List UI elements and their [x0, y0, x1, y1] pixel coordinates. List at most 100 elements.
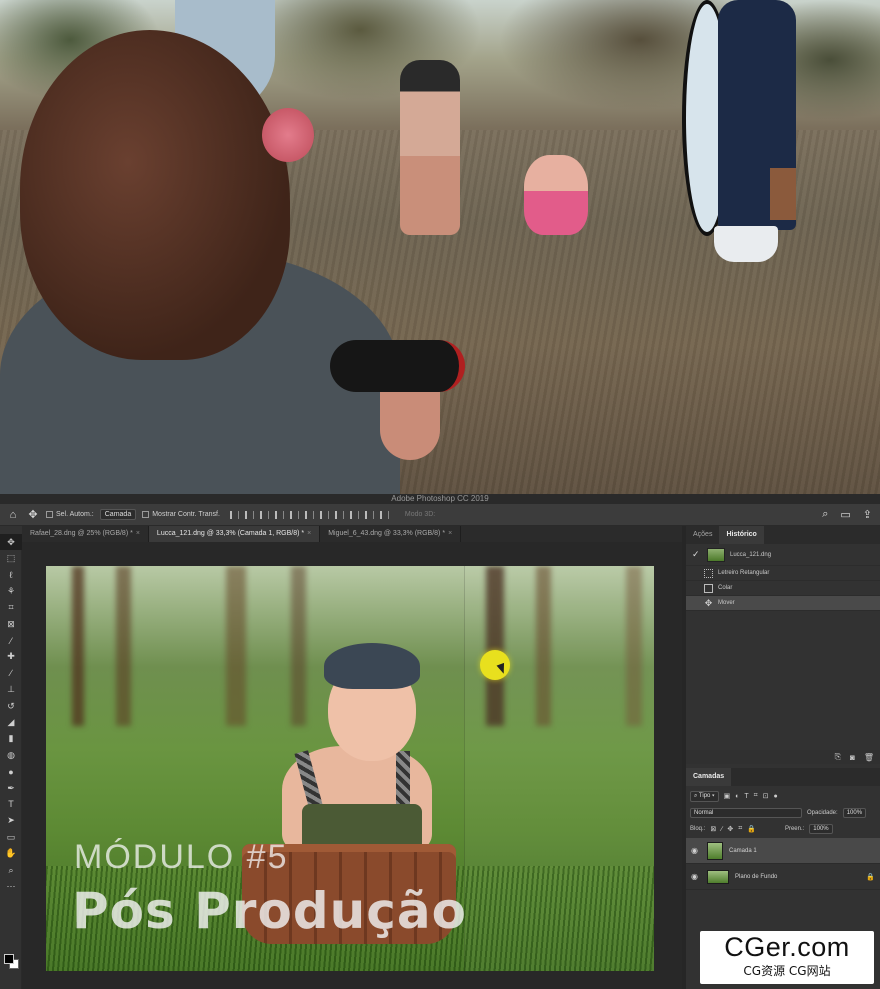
move-icon[interactable]: ✥: [26, 508, 40, 521]
show-transform-checkbox[interactable]: Mostrar Contr. Transf.: [142, 511, 220, 518]
history-panel-tabs: Ações Histórico: [686, 526, 880, 544]
align-icon[interactable]: [244, 510, 254, 519]
layer-filter-dropdown[interactable]: ⌕ Tipo ▾: [690, 790, 719, 802]
auto-select-dropdown[interactable]: Camada: [99, 509, 137, 520]
quick-select-tool-icon[interactable]: ⚘: [0, 583, 22, 599]
marquee-icon: [704, 568, 713, 578]
text-tool-icon[interactable]: T: [0, 796, 22, 812]
align-icon[interactable]: [229, 510, 239, 519]
align-icon[interactable]: [274, 510, 284, 519]
tab-rafael[interactable]: Rafael_28.dng @ 25% (RGB/8) * ×: [22, 526, 149, 542]
trash-icon[interactable]: 🗑: [864, 753, 874, 762]
lock-transparency-icon[interactable]: ⊠: [710, 825, 716, 833]
filter-adjust-icon[interactable]: ◐: [735, 793, 739, 800]
eraser-tool-icon[interactable]: ◢: [0, 714, 22, 730]
workspace-icon[interactable]: ▭: [840, 508, 850, 521]
history-brush-icon[interactable]: ✓: [692, 549, 702, 560]
document-canvas[interactable]: MÓDULO #5 Pós Produção: [46, 566, 654, 971]
zoom-tool-icon[interactable]: ⌕: [0, 862, 22, 878]
auto-select-checkbox[interactable]: Sel. Autom.:: [46, 511, 94, 518]
align-icon[interactable]: [259, 510, 269, 519]
lock-pixels-icon[interactable]: ∕: [721, 826, 722, 833]
canvas-area[interactable]: MÓDULO #5 Pós Produção: [22, 542, 682, 989]
close-icon[interactable]: ×: [448, 530, 452, 537]
move-tool-icon[interactable]: ✥: [0, 534, 22, 551]
foreground-color-swatch[interactable]: [4, 954, 14, 964]
gradient-tool-icon[interactable]: ▮: [0, 731, 22, 747]
hand-tool-icon[interactable]: ✋: [0, 845, 22, 861]
align-icon[interactable]: [319, 510, 329, 519]
eye-icon[interactable]: ◉: [691, 872, 701, 881]
align-icon[interactable]: [349, 510, 359, 519]
checkbox-box[interactable]: [142, 511, 150, 518]
layer-row[interactable]: ◉ Plano de Fundo 🔒: [686, 864, 880, 890]
more-tools-icon[interactable]: ⋯: [0, 878, 22, 894]
align-icon[interactable]: [379, 510, 389, 519]
fill-field[interactable]: 100%: [809, 824, 833, 834]
align-icon[interactable]: [304, 510, 314, 519]
close-icon[interactable]: ×: [136, 530, 140, 537]
history-step[interactable]: Colar: [686, 581, 880, 596]
baby-cap: [324, 643, 420, 689]
tab-history[interactable]: Histórico: [719, 526, 764, 544]
history-brush-tool-icon[interactable]: ↺: [0, 698, 22, 714]
home-icon[interactable]: ⌂: [6, 509, 20, 521]
share-icon[interactable]: ⇪: [863, 508, 872, 521]
marquee-tool-icon[interactable]: ⬚: [0, 550, 22, 566]
frame-tool-icon[interactable]: ⊠: [0, 616, 22, 632]
pen-tool-icon[interactable]: ✒: [0, 780, 22, 796]
history-step-label: Colar: [718, 585, 733, 591]
dodge-tool-icon[interactable]: ●: [0, 763, 22, 779]
filter-toggle-icon[interactable]: ●: [774, 793, 778, 800]
lock-artboard-icon[interactable]: ⌗: [738, 825, 742, 833]
path-select-tool-icon[interactable]: ➤: [0, 813, 22, 829]
tab-layers[interactable]: Camadas: [686, 768, 732, 786]
shape-tool-icon[interactable]: ▭: [0, 829, 22, 845]
eyedropper-tool-icon[interactable]: ⁄: [0, 632, 22, 648]
window-title: Adobe Photoshop CC 2019: [391, 494, 489, 503]
lasso-tool-icon[interactable]: ℓ: [0, 567, 22, 583]
layer-row[interactable]: ◉ Camada 1: [686, 838, 880, 864]
fill-label: Preen.:: [784, 826, 805, 832]
align-icon[interactable]: [289, 510, 299, 519]
camera-icon[interactable]: ◙: [850, 753, 855, 762]
paste-icon: [704, 583, 713, 593]
hair-flower: [262, 108, 314, 162]
tab-miguel[interactable]: Miguel_6_43.dng @ 33,3% (RGB/8) * ×: [320, 526, 462, 542]
tab-lucca[interactable]: Lucca_121.dng @ 33,3% (Camada 1, RGB/8) …: [148, 526, 321, 542]
filter-label: Tipo: [698, 792, 711, 799]
layer-thumbnail: [707, 869, 729, 884]
filter-pixel-icon[interactable]: ▣: [724, 792, 731, 800]
snapshot-label: Lucca_121.dng: [730, 551, 772, 558]
opacity-field[interactable]: 100%: [842, 808, 867, 818]
align-icon[interactable]: [334, 510, 344, 519]
new-document-icon[interactable]: ⎘: [835, 752, 841, 762]
filter-type-icon[interactable]: T: [744, 793, 748, 800]
tab-actions[interactable]: Ações: [686, 526, 719, 544]
tab-label: Rafael_28.dng @ 25% (RGB/8) *: [30, 530, 133, 537]
stamp-tool-icon[interactable]: ⊥: [0, 682, 22, 698]
blur-tool-icon[interactable]: ◍: [0, 747, 22, 763]
filter-shape-icon[interactable]: ⌗: [754, 792, 758, 800]
history-step[interactable]: Letreiro Retangular: [686, 566, 880, 581]
brush-tool-icon[interactable]: ∕: [0, 665, 22, 681]
align-icon[interactable]: [364, 510, 374, 519]
lock-position-icon[interactable]: ✥: [727, 825, 733, 833]
camera: [330, 340, 465, 392]
crop-tool-icon[interactable]: ⌗: [0, 600, 22, 616]
opacity-label: Opacidade:: [807, 810, 838, 816]
white-basin: [714, 226, 778, 262]
options-bar: ⌂ ✥ Sel. Autom.: Camada Mostrar Contr. T…: [0, 504, 880, 526]
healing-tool-icon[interactable]: ✚: [0, 649, 22, 665]
search-icon[interactable]: ⌕: [822, 508, 828, 521]
filter-smart-icon[interactable]: ⊡: [763, 792, 769, 800]
blend-mode-dropdown[interactable]: Normal: [690, 808, 802, 818]
module-subtitle: Pós Produção: [72, 882, 467, 940]
history-step-current[interactable]: ✥ Mover: [686, 596, 880, 611]
history-snapshot[interactable]: ✓ Lucca_121.dng: [686, 544, 880, 566]
document-tabs: Rafael_28.dng @ 25% (RGB/8) * × Lucca_121…: [22, 526, 682, 542]
lock-all-icon[interactable]: 🔒: [747, 825, 756, 833]
close-icon[interactable]: ×: [307, 530, 311, 537]
checkbox-box[interactable]: [46, 511, 53, 518]
eye-icon[interactable]: ◉: [691, 846, 701, 855]
